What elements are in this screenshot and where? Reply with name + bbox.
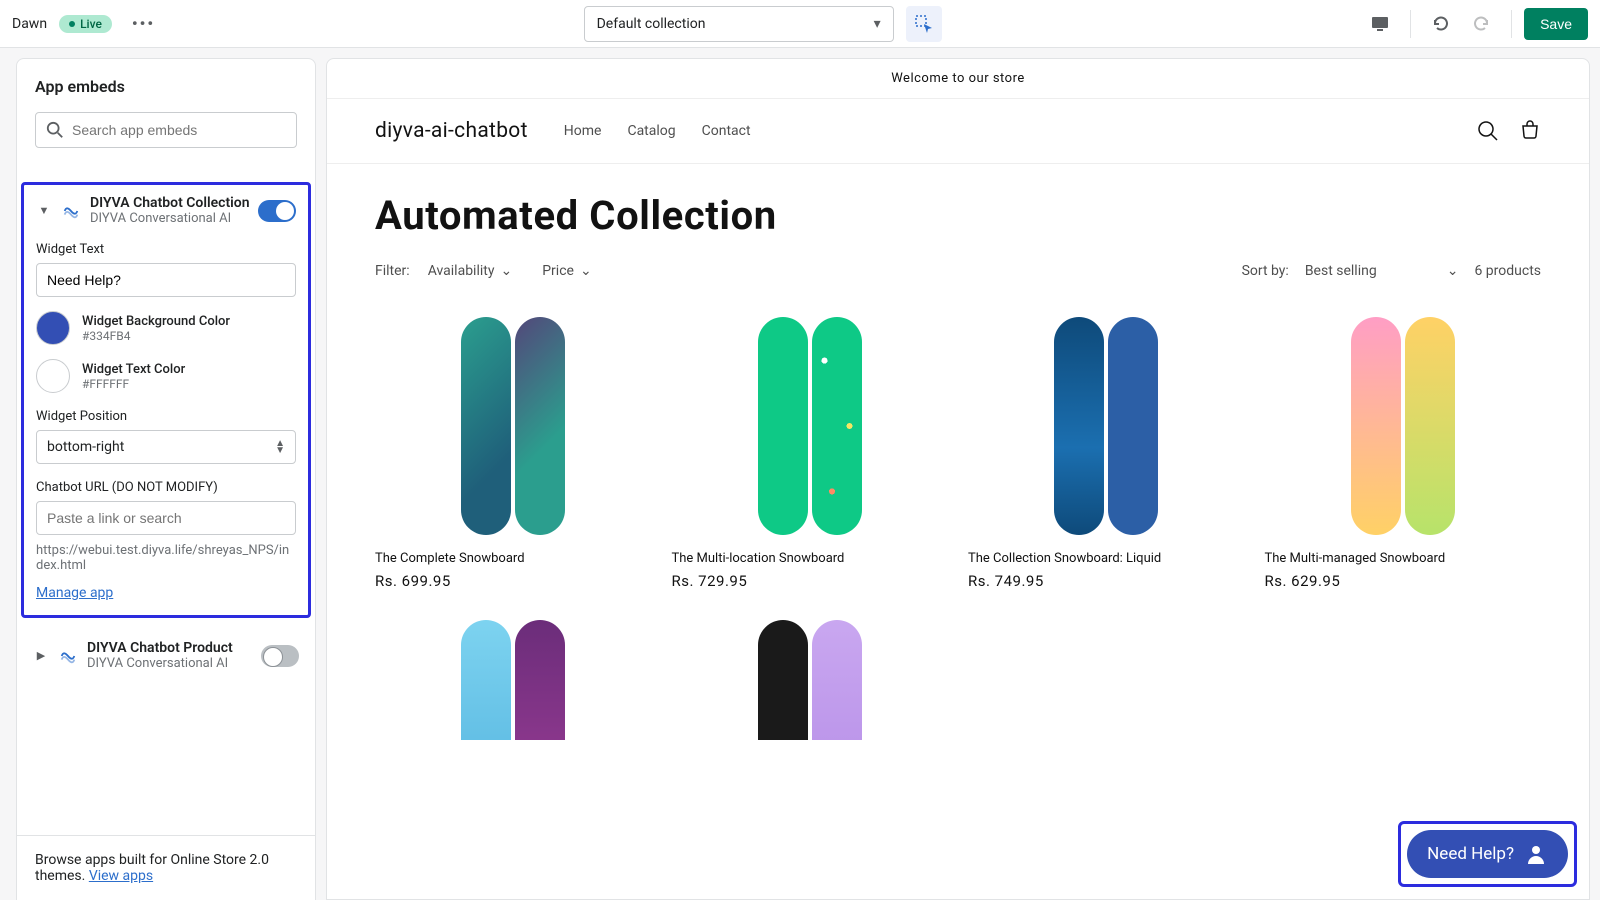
undo-button[interactable]	[1423, 6, 1459, 42]
embed-product-toggle[interactable]	[261, 645, 299, 667]
store-nav: Home Catalog Contact	[564, 123, 751, 139]
preview-frame: Welcome to our store diyva-ai-chatbot Ho…	[326, 58, 1590, 900]
product-card[interactable]: The Collection Snowboard: Liquid Rs. 749…	[968, 315, 1245, 590]
product-price: Rs. 749.95	[968, 572, 1245, 590]
divider	[1410, 10, 1411, 38]
chevron-down-icon: ⌄	[500, 263, 512, 279]
product-price: Rs. 729.95	[672, 572, 949, 590]
product-card[interactable]	[672, 620, 949, 740]
search-icon[interactable]	[1477, 120, 1499, 142]
search-input[interactable]	[72, 122, 286, 138]
device-desktop-button[interactable]	[1362, 6, 1398, 42]
store-name[interactable]: diyva-ai-chatbot	[375, 119, 528, 143]
theme-name: Dawn	[12, 16, 47, 32]
widget-text-label: Widget Text	[36, 242, 296, 257]
product-card[interactable]: The Multi-location Snowboard Rs. 729.95	[672, 315, 949, 590]
search-app-embeds[interactable]	[35, 112, 297, 148]
undo-icon	[1431, 14, 1451, 34]
bg-color-hex: #334FB4	[82, 329, 230, 343]
live-badge: Live	[59, 15, 112, 33]
position-value: bottom-right	[47, 439, 124, 455]
product-grid: The Complete Snowboard Rs. 699.95 The Mu…	[327, 297, 1589, 740]
redo-button	[1463, 6, 1499, 42]
url-label: Chatbot URL (DO NOT MODIFY)	[36, 480, 296, 495]
chevron-right-icon[interactable]: ▶	[33, 649, 49, 662]
preview-pane: Welcome to our store diyva-ai-chatbot Ho…	[316, 48, 1600, 900]
chevron-down-icon[interactable]: ▼	[36, 204, 52, 217]
position-select[interactable]: bottom-right ▲▼	[36, 430, 296, 464]
product-count: 6 products	[1474, 263, 1541, 279]
caret-down-icon: ▾	[874, 16, 881, 32]
sort-select[interactable]: Best selling ⌄	[1305, 263, 1459, 279]
desktop-icon	[1370, 14, 1390, 34]
chat-widget[interactable]: Need Help?	[1407, 830, 1568, 878]
chevron-down-icon: ⌄	[580, 263, 592, 279]
collection-select-value: Default collection	[597, 16, 706, 32]
nav-catalog[interactable]: Catalog	[627, 123, 675, 139]
widget-text-input[interactable]	[36, 263, 296, 297]
embed-product-title: DIYVA Chatbot Product	[87, 640, 253, 656]
collection-select[interactable]: Default collection ▾	[584, 6, 894, 42]
topbar: Dawn Live ••• Default collection ▾ Save	[0, 0, 1600, 48]
text-color-hex: #FFFFFF	[82, 377, 185, 391]
sidebar: App embeds ▼ DIYVA Chatbot Collection DI…	[16, 58, 316, 900]
bg-color-swatch[interactable]	[36, 311, 70, 345]
filter-label: Filter:	[375, 263, 410, 279]
nav-home[interactable]: Home	[564, 123, 602, 139]
filter-availability[interactable]: Availability ⌄	[428, 263, 513, 279]
sidebar-title: App embeds	[35, 77, 297, 96]
product-price: Rs. 629.95	[1265, 572, 1542, 590]
sort-label: Sort by:	[1242, 263, 1289, 279]
text-color-label: Widget Text Color	[82, 362, 185, 377]
app-icon	[60, 200, 82, 222]
announcement-bar: Welcome to our store	[327, 59, 1589, 99]
more-menu-icon[interactable]: •••	[124, 10, 163, 37]
cart-icon[interactable]	[1519, 120, 1541, 142]
store-header: diyva-ai-chatbot Home Catalog Contact	[327, 99, 1589, 164]
page-title: Automated Collection	[327, 164, 1589, 263]
product-name: The Multi-managed Snowboard	[1265, 551, 1542, 566]
embed-collection-toggle[interactable]	[258, 200, 296, 222]
embed-collection-panel: ▼ DIYVA Chatbot Collection DIYVA Convers…	[21, 182, 311, 618]
bg-color-label: Widget Background Color	[82, 314, 230, 329]
product-name: The Multi-location Snowboard	[672, 551, 949, 566]
view-apps-link[interactable]: View apps	[89, 868, 153, 884]
chevron-down-icon: ⌄	[1447, 263, 1459, 279]
url-display: https://webui.test.diyva.life/shreyas_NP…	[36, 543, 296, 573]
divider	[1511, 10, 1512, 38]
embed-collection-title: DIYVA Chatbot Collection	[90, 195, 250, 211]
save-button[interactable]: Save	[1524, 8, 1588, 40]
inspector-toggle[interactable]	[906, 6, 942, 42]
redo-icon	[1471, 14, 1491, 34]
manage-app-link[interactable]: Manage app	[36, 585, 113, 601]
select-arrows-icon: ▲▼	[275, 440, 285, 454]
url-input[interactable]	[36, 501, 296, 535]
product-name: The Collection Snowboard: Liquid	[968, 551, 1245, 566]
embed-product-subtitle: DIYVA Conversational AI	[87, 656, 253, 671]
product-card[interactable]: The Multi-managed Snowboard Rs. 629.95	[1265, 315, 1542, 590]
position-label: Widget Position	[36, 409, 296, 424]
product-name: The Complete Snowboard	[375, 551, 652, 566]
chat-widget-highlight: Need Help?	[1398, 821, 1577, 887]
filter-bar: Filter: Availability ⌄ Price ⌄ Sort by: …	[327, 263, 1589, 297]
product-card[interactable]: The Complete Snowboard Rs. 699.95	[375, 315, 652, 590]
sidebar-footer: Browse apps built for Online Store 2.0 t…	[17, 835, 315, 900]
filter-price[interactable]: Price ⌄	[542, 263, 591, 279]
product-card[interactable]	[375, 620, 652, 740]
nav-contact[interactable]: Contact	[702, 123, 751, 139]
chat-widget-text: Need Help?	[1427, 844, 1514, 864]
text-color-swatch[interactable]	[36, 359, 70, 393]
embed-collection-subtitle: DIYVA Conversational AI	[90, 211, 250, 226]
inspector-icon	[914, 14, 934, 34]
embed-product-item: ▶ DIYVA Chatbot Product DIYVA Conversati…	[17, 630, 315, 681]
product-price: Rs. 699.95	[375, 572, 652, 590]
search-icon	[46, 121, 64, 139]
app-icon	[57, 645, 79, 667]
person-icon	[1524, 842, 1548, 866]
